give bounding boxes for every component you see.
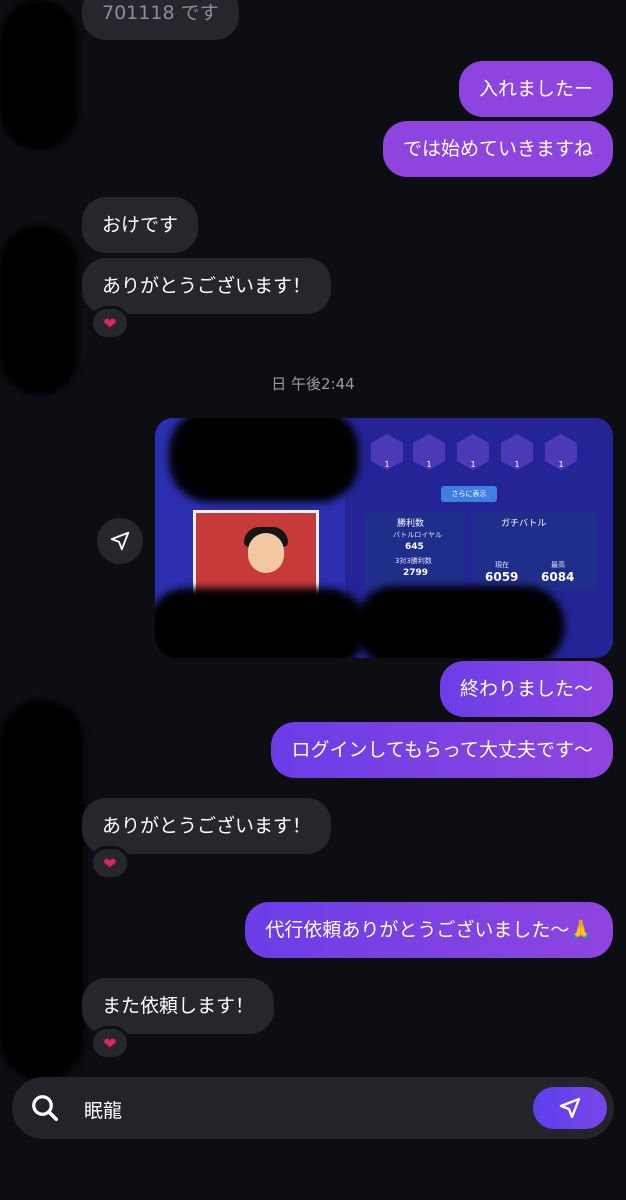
message-text: 終わりました〜 bbox=[459, 678, 593, 700]
message-incoming[interactable]: ありがとうございます！ bbox=[82, 258, 332, 314]
show-more-button: さらに表示 bbox=[441, 486, 497, 502]
message-incoming[interactable]: 701118 です bbox=[82, 0, 239, 40]
message-outgoing[interactable]: では始めていきますね bbox=[382, 121, 613, 177]
message-outgoing[interactable]: 代行依頼ありがとうございました〜🙏 bbox=[245, 902, 613, 958]
rank-badge-number: 1 bbox=[470, 460, 476, 469]
message-text: ありがとうございます！ bbox=[102, 815, 312, 837]
message-text: 701118 です bbox=[102, 2, 219, 24]
trio-wins: 2799 bbox=[403, 568, 429, 578]
wins-panel: 勝利数 バトルロイヤル 645 3対3勝利数 2799 bbox=[365, 512, 465, 590]
message-incoming[interactable]: ありがとうございます！ bbox=[82, 798, 332, 854]
ranked-title: ガチバトル bbox=[501, 519, 547, 529]
message-composer bbox=[12, 1077, 614, 1139]
message-incoming[interactable]: おけです bbox=[82, 197, 199, 253]
message-outgoing[interactable]: ログインしてもらって大丈夫です〜 bbox=[271, 722, 613, 778]
message-text: 代行依頼ありがとうございました〜🙏 bbox=[265, 919, 593, 941]
current-label: 現在 bbox=[495, 561, 509, 569]
heart-reaction[interactable]: ❤ bbox=[90, 846, 130, 880]
rank-badge-number: 1 bbox=[558, 460, 564, 469]
current-value: 6059 bbox=[485, 570, 519, 584]
message-text: また依頼します！ bbox=[102, 995, 255, 1017]
redaction-scribble bbox=[0, 700, 84, 1080]
redaction-scribble bbox=[0, 0, 78, 150]
message-text: 入れましたー bbox=[478, 78, 593, 100]
send-button[interactable] bbox=[533, 1087, 607, 1129]
heart-reaction[interactable]: ❤ bbox=[90, 1026, 130, 1060]
ranked-panel: ガチバトル 現在 最高 6059 6084 bbox=[473, 512, 597, 590]
message-text: ありがとうございます！ bbox=[102, 275, 312, 297]
rank-badge-number: 1 bbox=[426, 460, 432, 469]
heart-icon: ❤ bbox=[103, 1033, 117, 1053]
message-text: ログインしてもらって大丈夫です〜 bbox=[291, 739, 593, 761]
battle-royale-wins: 645 bbox=[405, 542, 424, 552]
image-attachment[interactable]: 1 1 1 1 1 さらに表示 勝利数 バトルロイヤル 645 3対3勝利数 2… bbox=[155, 418, 613, 658]
heart-icon: ❤ bbox=[103, 313, 117, 333]
highest-label: 最高 bbox=[551, 561, 565, 569]
redaction-scribble bbox=[155, 588, 367, 658]
message-outgoing[interactable]: 入れましたー bbox=[458, 61, 613, 117]
rank-badge-number: 1 bbox=[514, 460, 520, 469]
redaction-scribble bbox=[0, 225, 78, 395]
trio-label: 3対3勝利数 bbox=[395, 557, 432, 565]
rank-badge-number: 1 bbox=[384, 460, 390, 469]
share-icon bbox=[110, 531, 130, 551]
message-text: おけです bbox=[102, 214, 179, 236]
wins-title: 勝利数 bbox=[397, 519, 425, 529]
redaction-scribble bbox=[355, 586, 565, 658]
search-icon[interactable] bbox=[30, 1093, 60, 1123]
redaction-scribble bbox=[169, 418, 359, 502]
highest-value: 6084 bbox=[541, 570, 575, 584]
character-face bbox=[248, 533, 284, 573]
send-icon bbox=[559, 1097, 581, 1119]
message-outgoing[interactable]: 終わりました〜 bbox=[439, 661, 613, 717]
message-input[interactable] bbox=[82, 1091, 526, 1127]
battle-royale-label: バトルロイヤル bbox=[393, 531, 442, 539]
heart-icon: ❤ bbox=[103, 853, 117, 873]
message-text: では始めていきますね bbox=[402, 138, 593, 160]
heart-reaction[interactable]: ❤ bbox=[90, 306, 130, 340]
share-button[interactable] bbox=[97, 518, 143, 564]
timestamp: 日 午後2:44 bbox=[271, 375, 355, 393]
